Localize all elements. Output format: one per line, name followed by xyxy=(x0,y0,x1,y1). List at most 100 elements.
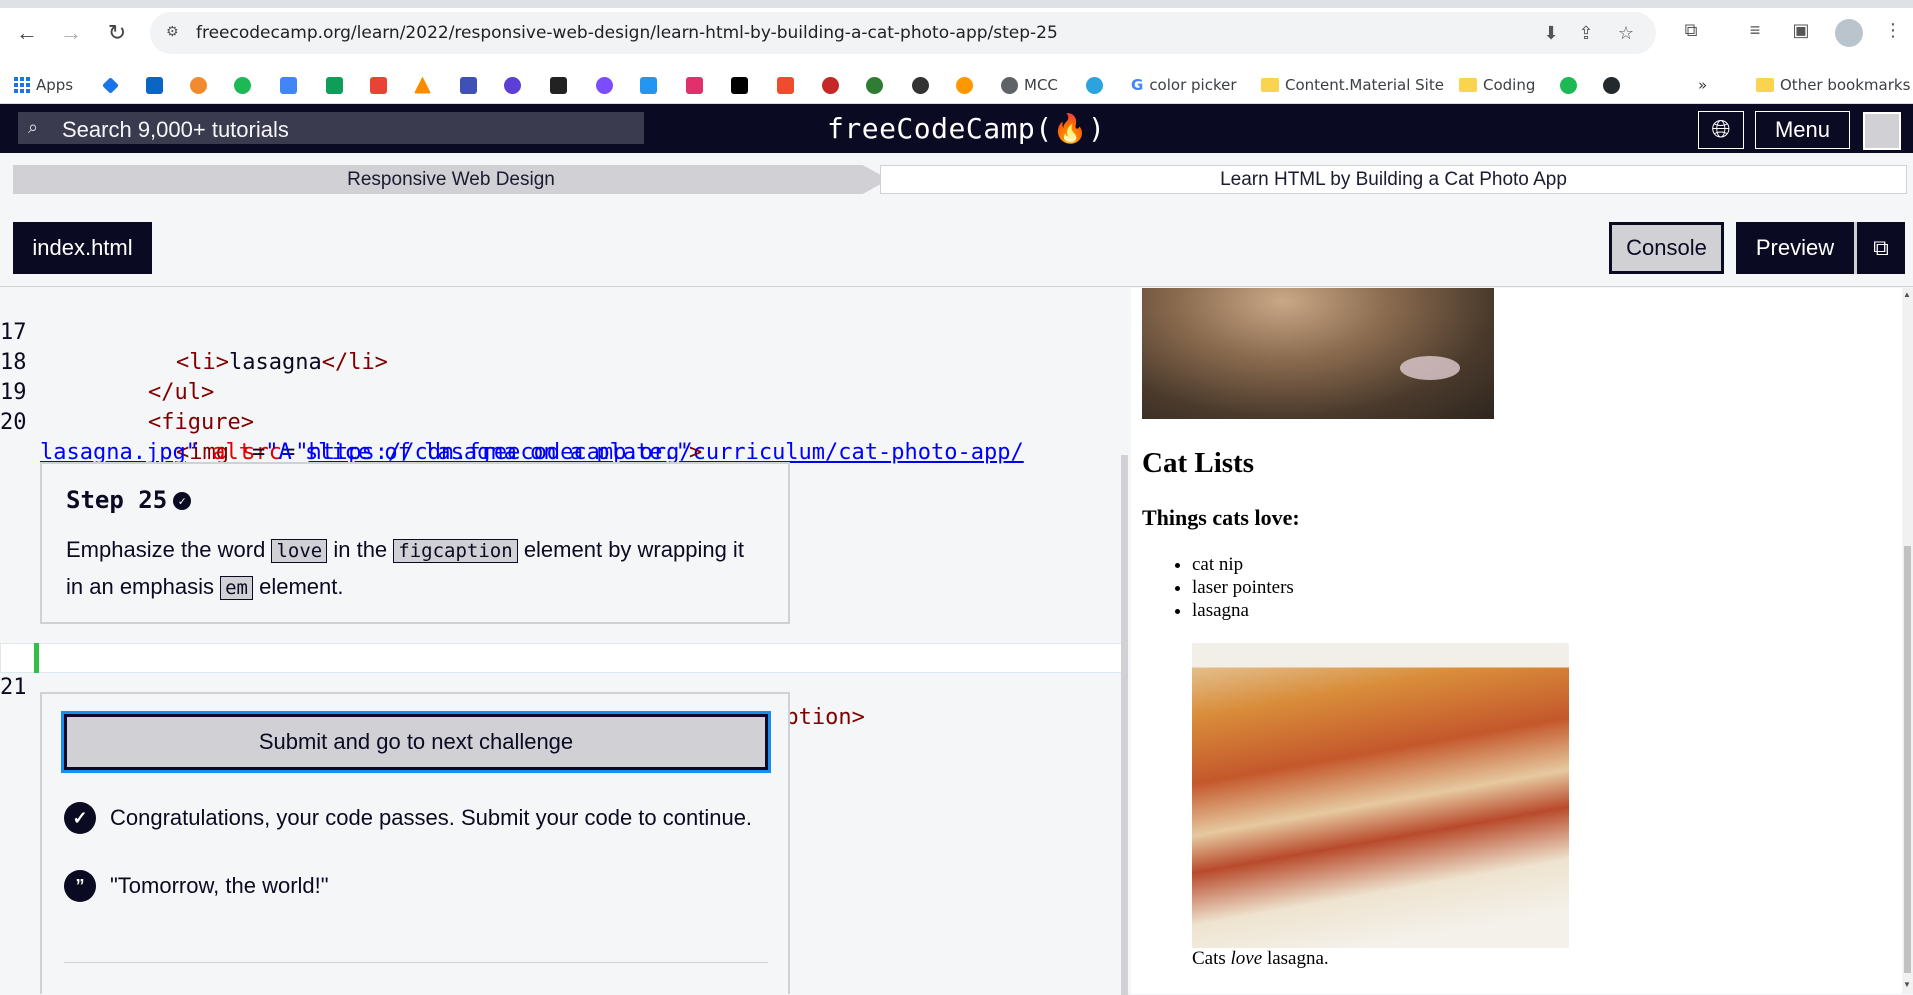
breadcrumb-block[interactable]: Learn HTML by Building a Cat Photo App xyxy=(880,165,1907,194)
console-button[interactable]: Console xyxy=(1609,222,1724,274)
fcc-navbar: ⌕ Search 9,000+ tutorials freeCodeCamp(🔥… xyxy=(0,104,1913,153)
github-icon[interactable] xyxy=(1603,75,1620,95)
reload-icon[interactable]: ↻ xyxy=(104,20,130,46)
preview-pane: Cat Lists Things cats love: cat nip lase… xyxy=(1131,288,1913,994)
install-icon[interactable]: ⬇ xyxy=(1540,23,1562,45)
bookmark-frog-icon[interactable] xyxy=(866,75,883,95)
folder-icon xyxy=(1459,78,1477,92)
popout-icon: ⧉ xyxy=(1873,235,1889,260)
menu-button[interactable]: Menu xyxy=(1755,111,1850,149)
bookmark-play-icon[interactable] xyxy=(504,75,521,95)
tiktok-icon[interactable] xyxy=(731,75,748,95)
bookmark-dollar-icon[interactable] xyxy=(912,75,929,95)
bookmark-c-icon[interactable] xyxy=(596,75,613,95)
bookmark-bag-icon[interactable] xyxy=(777,75,794,95)
reading-list-icon[interactable]: ≡ xyxy=(1742,20,1768,46)
code-line[interactable]: lasagna.jpg" alt="A slice of lasagna on … xyxy=(0,408,702,465)
extensions-icon[interactable]: ⧉ xyxy=(1678,20,1704,46)
active-editable-line[interactable] xyxy=(0,643,1124,673)
preview-subheading: Things cats love: xyxy=(1142,505,1300,530)
preview-scroll-thumb[interactable] xyxy=(1904,546,1911,973)
tab-strip xyxy=(0,0,1913,8)
divider xyxy=(64,962,768,963)
list-item: lasagna xyxy=(1192,599,1294,622)
folder-icon xyxy=(1261,78,1279,92)
profile-avatar[interactable] xyxy=(1835,19,1863,47)
test-result-panel: Submit and go to next challenge ✓ Congra… xyxy=(40,692,790,994)
telegram-icon[interactable] xyxy=(1086,75,1103,95)
forward-icon[interactable]: → xyxy=(58,20,84,46)
bookmark-arrow-icon[interactable] xyxy=(414,75,431,95)
bookmark-black-icon[interactable] xyxy=(550,75,567,95)
linkedin-icon[interactable] xyxy=(146,75,163,95)
cat-photo xyxy=(1142,288,1494,419)
search-input[interactable]: ⌕ Search 9,000+ tutorials xyxy=(18,112,644,144)
code-line[interactable]: 19 <figure> xyxy=(0,348,254,435)
step-description: Emphasize the word love in the figcaptio… xyxy=(66,537,744,600)
scroll-up-icon[interactable]: ▲ xyxy=(1903,290,1911,299)
lasagna-photo xyxy=(1192,643,1569,948)
search-icon: ⌕ xyxy=(28,117,39,137)
back-icon[interactable]: ← xyxy=(14,20,40,46)
code-line[interactable]: 20 <img src="https://cdn.freecodecamp.or… xyxy=(0,378,1024,465)
folder-icon xyxy=(1756,78,1774,92)
bookmarks-bar: Apps MCC G color picker Content.Material… xyxy=(0,66,1913,104)
code-line[interactable]: 18 </ul> xyxy=(0,318,214,405)
bookmark-x-icon[interactable] xyxy=(640,75,657,95)
bookmark-mail-icon[interactable] xyxy=(280,75,297,95)
bookmark-diamond-icon[interactable] xyxy=(102,75,119,95)
site-info-icon[interactable]: ⚙ xyxy=(166,23,184,41)
breadcrumb-superblock[interactable]: Responsive Web Design xyxy=(13,165,889,194)
bookmark-other[interactable]: Other bookmarks xyxy=(1756,75,1910,95)
language-globe-button[interactable]: 🌐︎ xyxy=(1698,111,1744,149)
step-title: Step 25 ✓ xyxy=(66,486,192,514)
side-panel-icon[interactable]: ▣ xyxy=(1788,20,1814,46)
editor-toolbar: index.html Console Preview ⧉ xyxy=(0,215,1913,287)
step-instructions: Step 25 ✓ Emphasize the word love in the … xyxy=(40,462,790,624)
inline-code: em xyxy=(220,576,253,600)
bookmark-orange-icon[interactable] xyxy=(190,75,207,95)
code-line[interactable]: 21 <figcaption>Cats <em>love</em> lasagn… xyxy=(0,643,865,730)
code-line[interactable]: 17 <li>lasagna</li> xyxy=(0,288,388,375)
bookmark-content-material[interactable]: Content.Material Site xyxy=(1261,75,1444,95)
fcc-logo[interactable]: freeCodeCamp(🔥) xyxy=(827,112,1105,145)
file-tab-index-html[interactable]: index.html xyxy=(13,222,152,274)
inline-code: figcaption xyxy=(393,539,518,563)
list-item: cat nip xyxy=(1192,553,1294,576)
quote-icon: ” xyxy=(64,870,96,902)
bookmark-green-icon[interactable] xyxy=(234,75,251,95)
pane-splitter[interactable] xyxy=(1121,455,1128,995)
breadcrumb: Responsive Web Design Learn HTML by Buil… xyxy=(0,153,1913,215)
success-message: ✓ Congratulations, your code passes. Sub… xyxy=(64,802,752,834)
bookmark-coding[interactable]: Coding xyxy=(1459,75,1535,95)
bookmark-multicolor-icon[interactable] xyxy=(370,75,387,95)
bookmark-rect-icon[interactable] xyxy=(460,75,477,95)
bookmark-badge-icon[interactable] xyxy=(1560,75,1577,95)
preview-button[interactable]: Preview xyxy=(1736,222,1854,274)
popout-preview-button[interactable]: ⧉ xyxy=(1854,222,1905,274)
browser-toolbar: ← → ↻ ⚙ freecodecamp.org/learn/2022/resp… xyxy=(0,0,1913,66)
more-bookmarks-button[interactable]: » xyxy=(1698,75,1707,95)
scroll-down-icon[interactable]: ▼ xyxy=(1903,980,1911,989)
address-bar[interactable]: ⚙ freecodecamp.org/learn/2022/responsive… xyxy=(150,12,1656,54)
check-circle-icon: ✓ xyxy=(64,802,96,834)
bookmark-apps[interactable]: Apps xyxy=(14,75,73,95)
url-text[interactable]: freecodecamp.org/learn/2022/responsive-w… xyxy=(196,23,1058,43)
kebab-menu-icon[interactable]: ⋮ xyxy=(1880,20,1906,46)
submit-button[interactable]: Submit and go to next challenge xyxy=(61,711,771,773)
apps-grid-icon xyxy=(14,77,30,93)
bookmark-orange-circle-icon[interactable] xyxy=(956,75,973,95)
code-editor[interactable]: 17 <li>lasagna</li> 18 </ul> 19 <figure>… xyxy=(0,288,1128,994)
bookmark-star-icon[interactable]: ☆ xyxy=(1615,23,1637,45)
instagram-icon[interactable] xyxy=(686,75,703,95)
preview-figcaption: Cats love lasagna. xyxy=(1192,948,1329,969)
globe-icon xyxy=(1001,76,1018,94)
bookmark-mcc[interactable]: MCC xyxy=(1001,75,1058,95)
share-icon[interactable]: ⇪ xyxy=(1575,23,1597,45)
google-icon: G xyxy=(1131,76,1144,94)
bookmark-plus-icon[interactable] xyxy=(326,75,343,95)
bookmark-star-badge-icon[interactable] xyxy=(822,75,839,95)
bookmark-color-picker[interactable]: G color picker xyxy=(1131,75,1237,95)
inline-code: love xyxy=(271,539,328,563)
user-avatar[interactable] xyxy=(1863,112,1901,150)
